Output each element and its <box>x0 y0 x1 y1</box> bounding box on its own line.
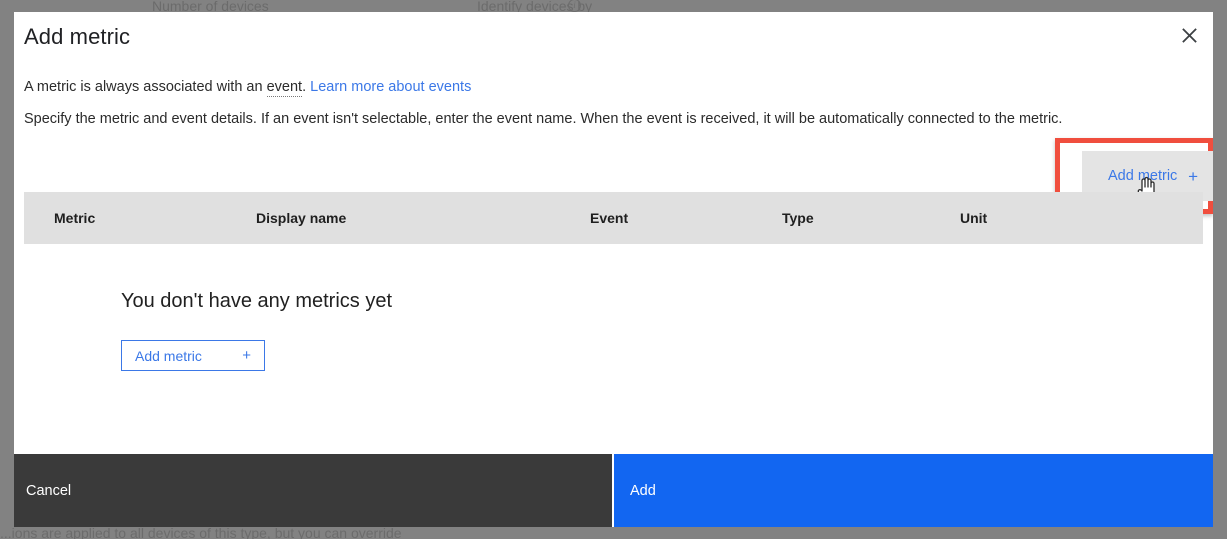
page-title: Add metric <box>24 24 131 49</box>
plus-icon: + <box>1188 166 1198 186</box>
column-header-display-name: Display name <box>256 210 347 226</box>
add-metric-button-empty-state[interactable]: Add metric + <box>121 340 265 371</box>
column-header-unit: Unit <box>960 210 988 226</box>
add-button[interactable]: Add <box>614 454 1213 527</box>
column-header-metric: Metric <box>54 210 96 226</box>
column-header-event: Event <box>590 210 629 226</box>
learn-more-about-events-link[interactable]: Learn more about events <box>310 79 471 95</box>
add-metric-button-top-label: Add metric <box>1108 168 1178 184</box>
metric-event-description: A metric is always associated with an ev… <box>24 79 471 97</box>
description-prefix: A metric is always associated with an <box>24 79 267 95</box>
empty-state-title: You don't have any metrics yet <box>121 290 393 312</box>
metrics-table-header: Metric Display name Event Type Unit <box>24 192 1203 244</box>
description-suffix: . <box>302 79 307 95</box>
dialog-footer: Cancel Add <box>14 454 1213 527</box>
event-term[interactable]: event <box>266 79 303 97</box>
metric-details-description: Specify the metric and event details. If… <box>24 111 1063 127</box>
cancel-button[interactable]: Cancel <box>14 454 612 527</box>
plus-icon: + <box>242 347 251 364</box>
add-metric-dialog: Add metric A metric is always associated… <box>14 12 1213 527</box>
add-metric-button-empty-label: Add metric <box>135 347 202 364</box>
column-header-type: Type <box>782 210 814 226</box>
close-icon[interactable] <box>1174 20 1204 50</box>
